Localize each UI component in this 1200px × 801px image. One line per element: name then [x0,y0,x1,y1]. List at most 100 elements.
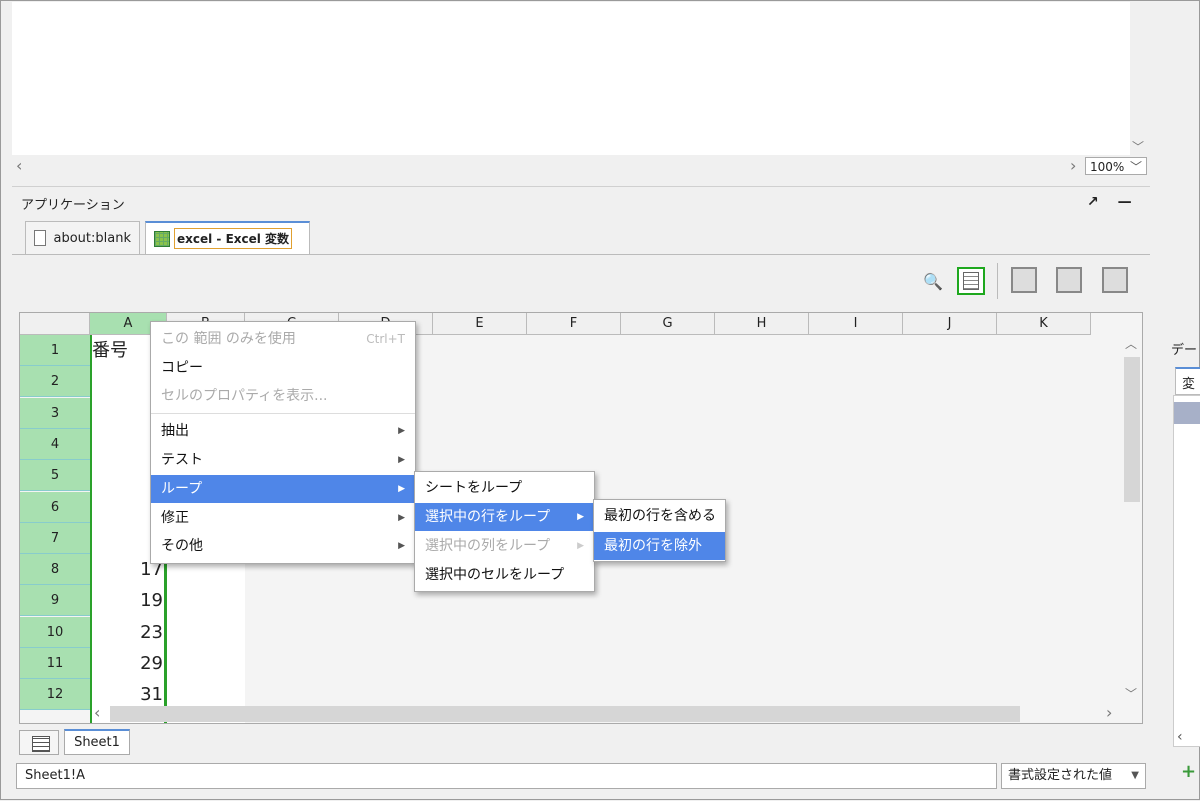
submenu-arrow-icon: ▶ [398,455,405,465]
sheet-list-button[interactable] [19,730,59,755]
row-header-8[interactable]: 8 [20,554,90,586]
menu-item-include-first-row[interactable]: 最初の行を含める [594,502,725,530]
row-header-9[interactable]: 9 [20,585,90,617]
add-icon[interactable]: + [1181,761,1196,782]
scroll-right-icon[interactable]: › [1106,703,1112,722]
document-icon [34,230,46,246]
menu-item-copy[interactable]: コピー [151,354,415,382]
submenu-arrow-icon: ▶ [398,513,405,523]
cell[interactable]: 29 [92,648,165,679]
rows-submenu: 最初の行を含める 最初の行を除外 [593,499,726,562]
format-select[interactable]: 書式設定された値 ▼ [1001,763,1146,789]
column-header-e[interactable]: E [433,313,527,335]
menu-item-label: その他 [161,538,203,554]
panel-title: アプリケーション [21,198,125,213]
menu-item-label: テスト [161,452,203,468]
scroll-left-icon[interactable]: ‹ [1177,729,1183,745]
menu-item-exclude-first-row[interactable]: 最初の行を除外 [594,532,725,560]
spreadsheet-icon [32,736,50,752]
menu-item-label: 修正 [161,510,189,526]
tab-variables[interactable]: 変数 [1175,367,1200,411]
row-header-12[interactable]: 12 [20,679,90,711]
sheet-view-button[interactable] [957,267,985,295]
zoom-select[interactable]: 100% ﹀ [1085,157,1147,175]
submenu-arrow-icon: ▶ [398,484,405,494]
column-header-i[interactable]: I [809,313,903,335]
column-header-k[interactable]: K [997,313,1091,335]
divider [12,186,1150,187]
variable-list[interactable] [1173,395,1200,747]
row-header-11[interactable]: 11 [20,648,90,679]
zoom-value: 100% [1090,160,1125,174]
chevron-down-icon: ▼ [1131,770,1139,781]
menu-item-label: 抽出 [161,423,189,439]
inspect-button[interactable] [1102,267,1128,293]
menu-item-label: この 範囲 のみを使用 [161,331,296,347]
submenu-arrow-icon: ▶ [398,426,405,436]
menu-item-use-range-only: この 範囲 のみを使用 Ctrl+T [151,325,415,353]
menu-divider [151,413,415,414]
row-header-10[interactable]: 10 [20,616,90,648]
context-menu: この 範囲 のみを使用 Ctrl+T コピー セルのプロパティを表示... 抽出… [150,321,416,564]
scroll-right-icon[interactable]: › [1070,156,1076,175]
row-header-5[interactable]: 5 [20,460,90,492]
scroll-left-icon[interactable]: ‹ [16,156,22,175]
menu-item-loop[interactable]: ループ ▶ [151,475,415,503]
column-header-j[interactable]: J [903,313,997,335]
copy-to-button[interactable] [1011,267,1037,293]
chevron-down-icon[interactable]: ﹀ [1132,138,1144,155]
menu-item-other[interactable]: その他 ▶ [151,532,415,560]
menu-item-extract[interactable]: 抽出 ▶ [151,417,415,445]
preview-horizontal-scrollbar[interactable]: ‹ › [12,156,1147,176]
menu-item-label: ループ [161,481,203,497]
column-header-g[interactable]: G [621,313,715,335]
menu-item-test[interactable]: テスト ▶ [151,446,415,474]
excel-icon [154,230,170,247]
delete-button[interactable] [1056,267,1082,293]
cell-reference-field[interactable]: Sheet1!A [16,763,997,789]
scroll-left-icon[interactable]: ‹ [94,703,100,722]
menu-item-label: 選択中の列をループ [425,538,551,554]
scrollbar-thumb[interactable] [1124,357,1140,502]
submenu-arrow-icon: ▶ [577,512,584,522]
submenu-arrow-icon: ▶ [398,541,405,551]
cell[interactable]: 19 [92,585,165,616]
column-header-h[interactable]: H [715,313,809,335]
shortcut-label: Ctrl+T [366,332,405,346]
pop-out-icon[interactable]: ↗ [1087,194,1099,210]
menu-item-loop-selected-cells[interactable]: 選択中のセルをループ [415,561,594,589]
preview-pane[interactable] [12,2,1130,155]
format-value: 書式設定された値 [1008,768,1113,783]
sheet-tab[interactable]: Sheet1 [64,729,130,755]
menu-item-loop-sheet[interactable]: シートをループ [415,474,594,502]
submenu-arrow-icon: ▶ [577,541,584,551]
column-header-f[interactable]: F [527,313,621,335]
tab-excel[interactable]: excel - Excel 変数 [145,221,310,254]
row-header-2[interactable]: 2 [20,366,90,398]
row-header-7[interactable]: 7 [20,522,90,554]
search-icon[interactable]: 🔍 [919,267,947,295]
menu-item-cell-properties: セルのプロパティを表示... [161,388,328,404]
menu-item-loop-selected-cols: 選択中の列をループ ▶ [415,532,594,560]
vertical-scrollbar[interactable]: ︿ ﹀ [1122,335,1142,705]
corner-header[interactable] [20,313,90,335]
row-header-4[interactable]: 4 [20,428,90,460]
scroll-up-icon[interactable]: ︿ [1125,335,1137,352]
tab-label: about:blank [53,230,132,246]
scroll-down-icon[interactable]: ﹀ [1125,685,1137,702]
row-header-6[interactable]: 6 [20,491,90,523]
tab-about-blank[interactable]: about:blank [25,221,140,254]
cell[interactable]: 23 [92,617,165,648]
row-header-3[interactable]: 3 [20,397,90,429]
row-header-1[interactable]: 1 [20,335,90,366]
spreadsheet-icon [963,272,979,290]
minimize-icon[interactable]: — [1118,194,1132,210]
menu-item-loop-selected-rows[interactable]: 選択中の行をループ ▶ [415,503,594,531]
toolbar-divider [997,263,998,299]
horizontal-scrollbar[interactable]: ‹ › [90,703,1122,723]
tab-label: excel - Excel 変数 [174,228,293,249]
list-item[interactable] [1174,402,1200,424]
scrollbar-thumb[interactable] [110,706,1020,722]
menu-item-modify[interactable]: 修正 ▶ [151,504,415,532]
designer-window: ﹀ ‹ › 100% ﹀ アプリケーション ↗ — about:blank ex… [0,0,1200,800]
